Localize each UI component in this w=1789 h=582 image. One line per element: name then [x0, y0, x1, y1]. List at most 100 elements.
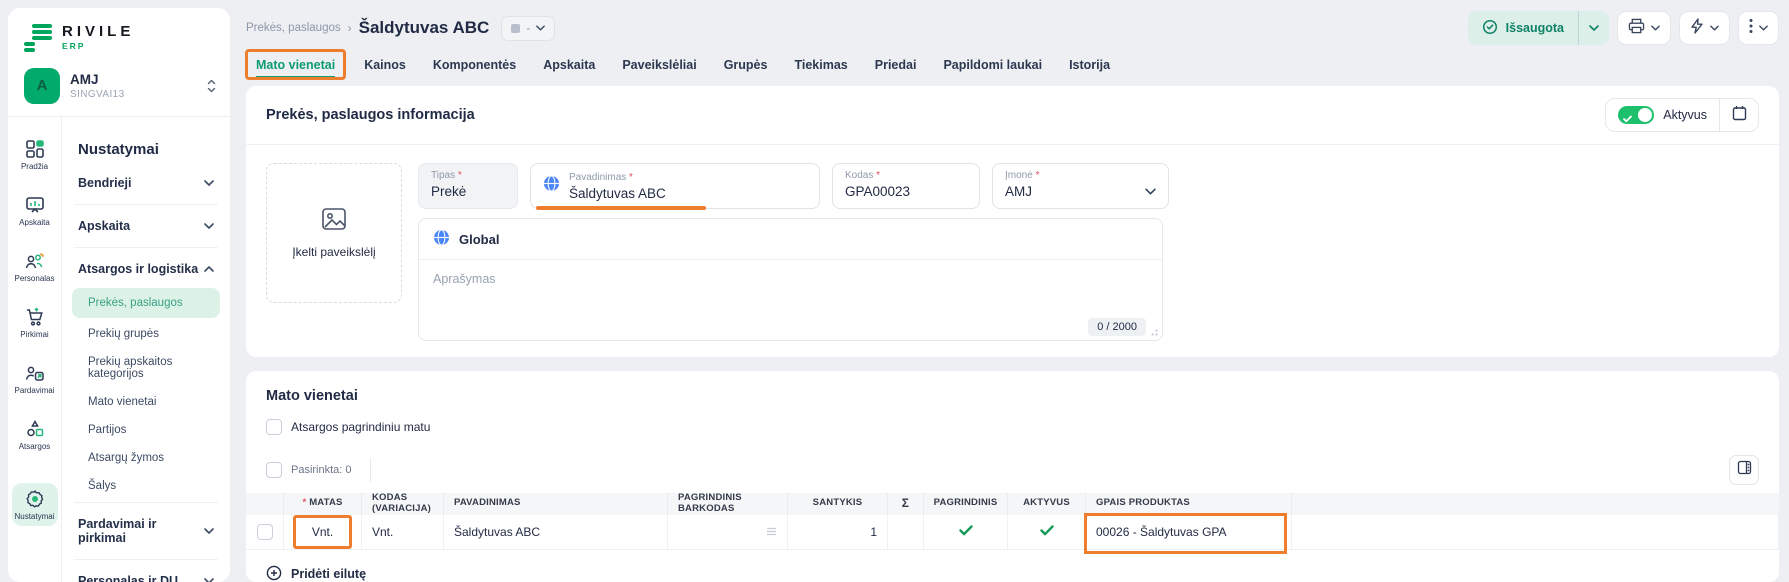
topbar: Prekės, paslaugos › Šaldytuvas ABC - Išs… [246, 10, 1779, 46]
cell-aktyvus[interactable] [1008, 515, 1086, 549]
tab-mato-vienetai[interactable]: Mato vienetai [256, 58, 335, 78]
menu-item-prekiu-apskaitos-kategorijos[interactable]: Prekių apskaitos kategorijos [62, 348, 230, 388]
company-value: AMJ [1005, 184, 1156, 199]
active-toggle[interactable]: Aktyvus [1606, 106, 1719, 124]
saved-label: Išsaugota [1506, 21, 1564, 35]
rail-item-personalas[interactable]: Personalas [12, 245, 58, 288]
actions-button[interactable] [1679, 11, 1730, 45]
rail-item-apskaita[interactable]: Apskaita [12, 189, 58, 232]
checkbox-icon[interactable] [266, 419, 282, 435]
chevron-down-icon [204, 223, 214, 229]
toggle-on-icon [1618, 106, 1654, 124]
shapes-icon [25, 419, 45, 439]
name-input-value[interactable]: Šaldytuvas ABC [569, 186, 666, 201]
rail-item-nustatymai[interactable]: Nustatymai [12, 483, 58, 526]
settings-menu: Nustatymai Bendrieji Apskaita Atsargos i… [62, 117, 230, 582]
image-upload-dropzone[interactable]: Įkelti paveikslėlį [266, 163, 402, 303]
col-sum: Σ [888, 493, 924, 515]
company-select[interactable]: Įmonė * AMJ [992, 163, 1169, 209]
cell-santykis[interactable]: 1 [788, 515, 888, 549]
tab-kainos[interactable]: Kainos [364, 58, 406, 72]
tab-apskaita[interactable]: Apskaita [543, 58, 595, 72]
rail-item-pirkimai[interactable]: Pirkimai [12, 301, 58, 344]
col-pagrindinis: PAGRINDINIS [924, 493, 1008, 515]
col-gpais: GPAIS PRODUKTAS [1086, 493, 1292, 515]
user-name: AMJ [70, 72, 125, 87]
brand-sub: ERP [62, 41, 134, 51]
units-card: Mato vienetai Atsargos pagrindiniu matu … [246, 371, 1779, 582]
account-switcher[interactable]: A AMJ SINGVAI13 [24, 68, 216, 104]
lang-label: Global [459, 232, 499, 247]
print-button[interactable] [1617, 11, 1671, 45]
globe-icon [543, 175, 560, 197]
saved-split-button[interactable]: Išsaugota [1468, 11, 1609, 45]
rail-item-pardavimai[interactable]: Pardavimai [12, 357, 58, 400]
breadcrumb-separator: › [348, 21, 352, 35]
chevron-up-icon [204, 266, 214, 272]
check-circle-icon [1482, 19, 1498, 38]
card-title: Prekės, paslaugos informacija [266, 107, 475, 123]
menu-item-atsargu-zymos[interactable]: Atsargų žymos [62, 444, 230, 472]
rail-item-atsargos[interactable]: Atsargos [12, 413, 58, 456]
tab-papildomi-laukai[interactable]: Papildomi laukai [943, 58, 1042, 72]
breadcrumb[interactable]: Prekės, paslaugos [246, 22, 341, 34]
tab-paveiksleliai[interactable]: Paveikslėliai [622, 58, 696, 72]
menu-item-prekes-paslaugos[interactable]: Prekės, paslaugos [72, 288, 220, 318]
view-selector-button[interactable]: - [501, 16, 555, 41]
tab-grupes[interactable]: Grupės [724, 58, 768, 72]
menu-item-salys[interactable]: Šalys [62, 472, 230, 500]
hamburger-icon[interactable] [766, 527, 777, 536]
square-icon [511, 24, 520, 33]
menu-group-personalas-du[interactable]: Personalas ir DU [62, 562, 230, 582]
dashboard-icon [25, 139, 45, 159]
tab-istorija[interactable]: Istorija [1069, 58, 1110, 72]
tab-komponentes[interactable]: Komponentės [433, 58, 516, 72]
table-toolbar: Pasirinkta: 0 [246, 451, 1779, 493]
code-input-value[interactable]: GPA00023 [845, 184, 967, 199]
page-title: Šaldytuvas ABC [359, 18, 490, 38]
calendar-button[interactable] [1720, 99, 1758, 131]
menu-group-atsargos-logistika[interactable]: Atsargos ir logistika [62, 250, 230, 288]
col-matas: * MATAS [284, 493, 362, 515]
cell-barkodas[interactable] [668, 515, 788, 549]
column-settings-button[interactable] [1729, 455, 1759, 485]
rail-item-pradzia[interactable]: Pradžia [12, 133, 58, 176]
saved-dropdown-caret[interactable] [1579, 11, 1609, 45]
plus-circle-icon [266, 565, 282, 582]
menu-group-bendrieji[interactable]: Bendrieji [62, 164, 230, 202]
check-icon [1040, 525, 1054, 539]
resize-handle-icon[interactable] [1149, 327, 1158, 336]
chevron-down-icon [536, 25, 545, 31]
cell-matas[interactable]: Vnt. [284, 515, 362, 549]
tab-tiekimas[interactable]: Tiekimas [794, 58, 847, 72]
more-button[interactable] [1738, 11, 1779, 45]
code-field[interactable]: Kodas * GPA00023 [832, 163, 980, 209]
menu-item-prekiu-grupes[interactable]: Prekių grupės [62, 320, 230, 348]
cell-pagrindinis[interactable] [924, 515, 1008, 549]
name-field[interactable]: Pavadinimas * Šaldytuvas ABC [530, 163, 820, 209]
chevron-down-icon [1710, 25, 1719, 31]
select-all-checkbox[interactable] [266, 462, 282, 478]
add-row-button[interactable]: Pridėti eilutę [246, 550, 1779, 582]
lightning-icon [1690, 18, 1704, 39]
menu-group-pardavimai-pirkimai[interactable]: Pardavimai ir pirkimai [62, 505, 230, 557]
menu-item-mato-vienetai[interactable]: Mato vienetai [62, 388, 230, 416]
left-panel: RIVILE ERP A AMJ SINGVAI13 Pradž [8, 8, 230, 582]
brand: RIVILE ERP [8, 8, 230, 58]
row-checkbox[interactable] [257, 524, 273, 540]
cell-pavadinimas[interactable]: Šaldytuvas ABC [444, 515, 668, 549]
cell-kodas[interactable]: Vnt. [362, 515, 444, 549]
col-kodas: KODAS(VARIACIJA) [362, 493, 444, 515]
cell-gpais[interactable]: 00026 - Šaldytuvas GPA [1086, 515, 1292, 549]
menu-item-partijos[interactable]: Partijos [62, 416, 230, 444]
image-icon [321, 207, 347, 236]
calendar-icon [1732, 105, 1747, 126]
description-lang-header[interactable]: Global [419, 219, 1162, 260]
tab-priedai[interactable]: Priedai [875, 58, 917, 72]
menu-group-apskaita[interactable]: Apskaita [62, 207, 230, 245]
main-unit-checkbox-row[interactable]: Atsargos pagrindiniu matu [246, 405, 1779, 435]
description-textarea[interactable]: Aprašymas [419, 260, 1162, 318]
avatar: A [24, 68, 60, 104]
chevron-down-icon [1759, 25, 1768, 31]
divider [74, 559, 218, 560]
